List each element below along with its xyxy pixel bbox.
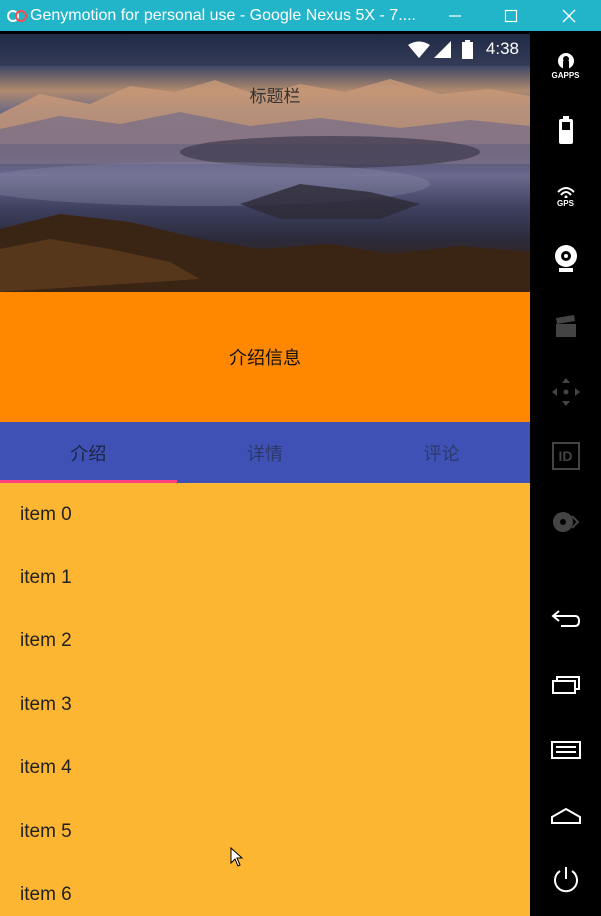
battery-button[interactable] (530, 105, 601, 155)
battery-icon (462, 40, 473, 63)
menu-icon (550, 741, 581, 759)
gapps-label: GAPPS (551, 71, 580, 80)
list-item[interactable]: item 2 (0, 610, 530, 673)
intro-panel: 介绍信息 (0, 292, 530, 422)
phone-screen: 4:38 标题栏 介绍信息 介绍 详情 评论 item 0 item 1 ite… (0, 34, 530, 916)
device-id-button[interactable]: ID (530, 431, 601, 481)
list-item[interactable]: item 1 (0, 546, 530, 609)
list-item[interactable]: item 0 (0, 483, 530, 546)
gapps-button[interactable]: GAPPS (530, 41, 601, 91)
close-button[interactable] (540, 0, 598, 31)
back-button[interactable] (530, 594, 601, 644)
disk-icon (552, 512, 579, 532)
tab-comments[interactable]: 评论 (353, 422, 530, 483)
dpad-icon (551, 378, 580, 406)
tab-details-label: 详情 (247, 443, 283, 465)
genymotion-logo-icon (6, 8, 28, 24)
gps-icon (556, 187, 575, 198)
home-button[interactable] (530, 791, 601, 841)
recent-apps-icon (551, 676, 580, 694)
capture-icon (555, 315, 576, 337)
id-icon: ID (551, 442, 580, 470)
maximize-button[interactable] (482, 0, 540, 31)
header-mountain-image: 4:38 标题栏 (0, 34, 530, 292)
disk-button[interactable] (530, 497, 601, 547)
list-item[interactable]: item 5 (0, 800, 530, 863)
power-button[interactable] (530, 855, 601, 905)
toolbar-title: 标题栏 (249, 87, 301, 107)
item-list: item 0 item 1 item 2 item 3 item 4 item … (0, 483, 530, 916)
gapps-icon (557, 53, 574, 70)
intro-text: 介绍信息 (229, 348, 301, 369)
wifi-icon (408, 41, 430, 63)
status-time: 4:38 (485, 39, 519, 58)
gps-label: GPS (557, 199, 574, 208)
id-label: ID (558, 448, 573, 464)
list-item[interactable]: item 3 (0, 673, 530, 736)
list-item[interactable]: item 6 (0, 863, 530, 916)
power-icon (553, 867, 578, 893)
signal-icon (434, 41, 452, 63)
dpad-button[interactable] (530, 367, 601, 417)
gps-button[interactable]: GPS (530, 171, 601, 221)
tab-bar: 介绍 详情 评论 (0, 422, 530, 483)
tab-intro[interactable]: 介绍 (0, 422, 177, 483)
menu-button[interactable] (530, 725, 601, 775)
battery-icon (558, 116, 573, 144)
tab-comments-label: 评论 (423, 443, 460, 465)
capture-button[interactable] (530, 301, 601, 351)
mouse-cursor-icon (230, 846, 244, 871)
list-item[interactable]: item 4 (0, 737, 530, 800)
back-icon (550, 610, 580, 627)
emulator-sidebar: GAPPS GPS ID (530, 31, 601, 916)
home-icon (550, 807, 581, 824)
tab-details[interactable]: 详情 (177, 422, 354, 483)
tab-intro-label: 介绍 (70, 443, 107, 465)
camera-button[interactable] (530, 234, 601, 284)
recent-apps-button[interactable] (530, 660, 601, 710)
window-title: Genymotion for personal use - Google Nex… (30, 6, 416, 24)
minimize-button[interactable] (426, 0, 484, 31)
window-titlebar: Genymotion for personal use - Google Nex… (0, 0, 601, 31)
camera-icon (554, 245, 577, 272)
